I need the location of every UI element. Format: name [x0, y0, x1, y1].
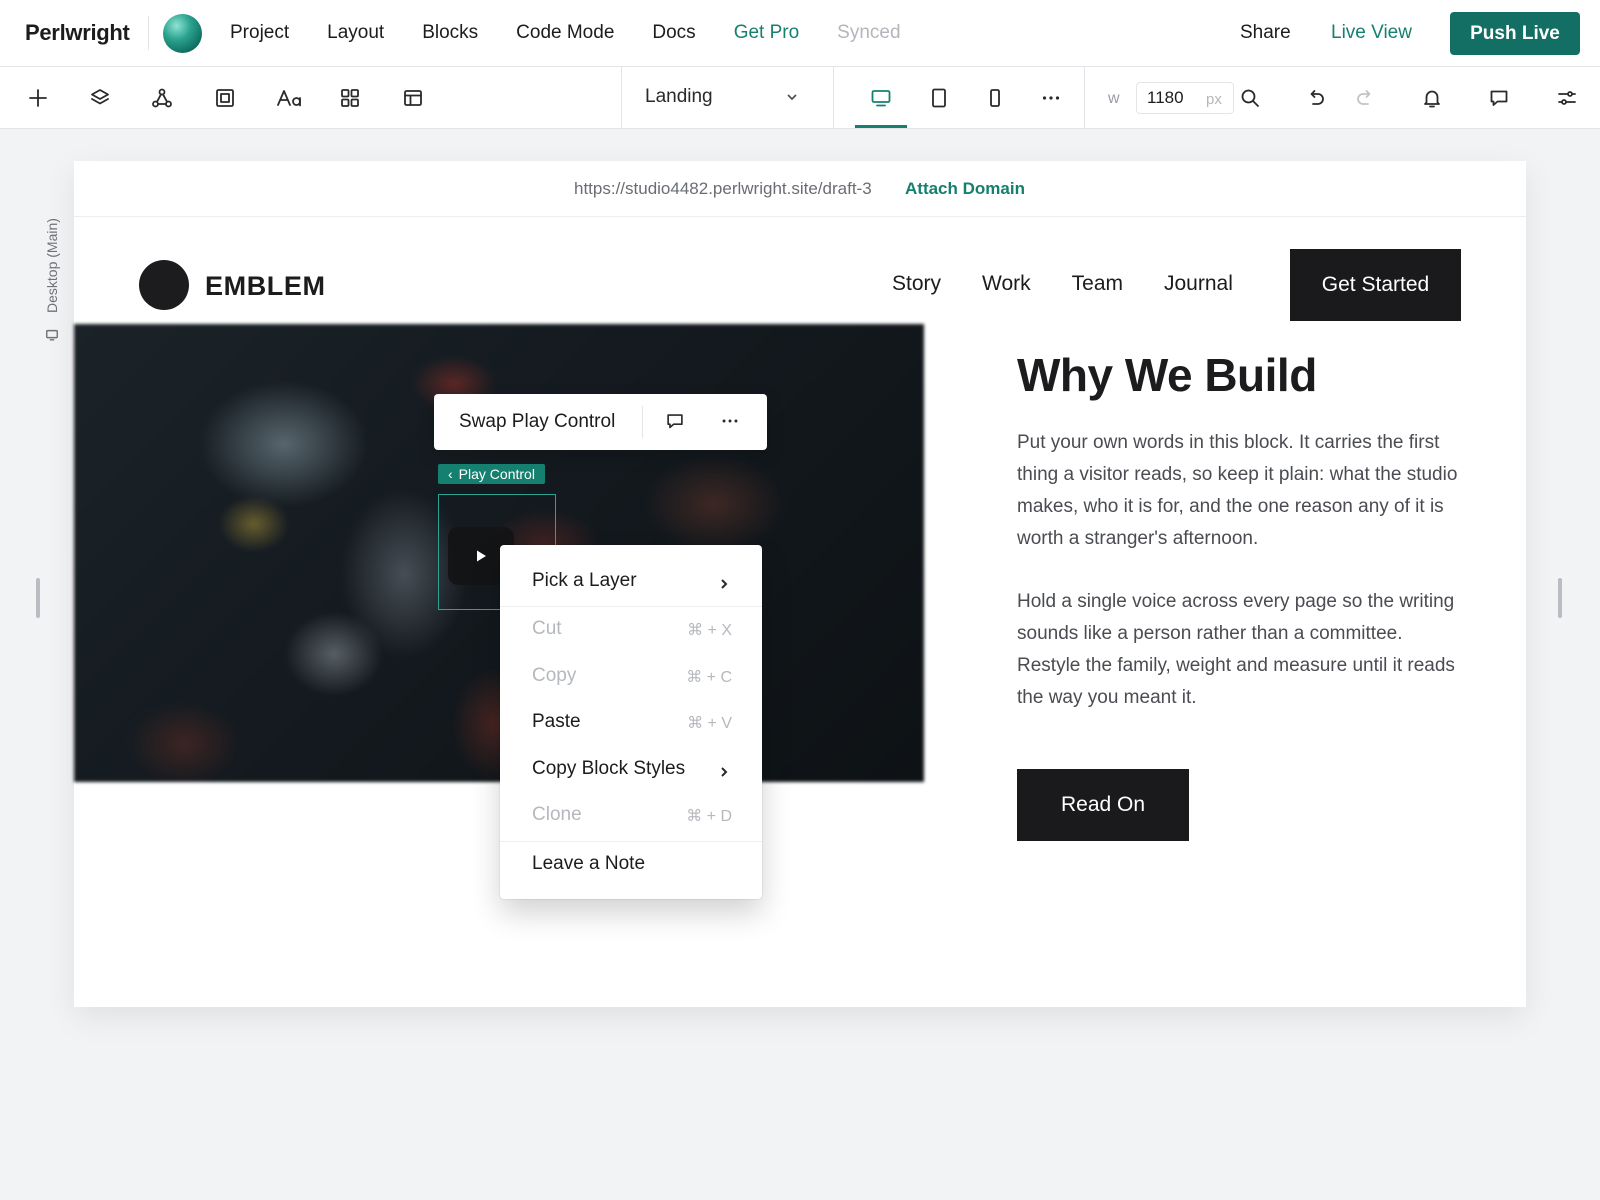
menu-clone[interactable]: Clone ⌘ + D	[500, 792, 762, 836]
typography-icon[interactable]	[274, 85, 306, 111]
grid-icon[interactable]	[337, 85, 363, 111]
top-nav: Project Layout Blocks Code Mode Docs Get…	[230, 22, 939, 44]
width-unit: px	[1206, 91, 1222, 108]
share-button[interactable]: Share	[1240, 22, 1291, 44]
app-brand[interactable]: Perlwright	[25, 20, 130, 46]
more-icon[interactable]	[1038, 85, 1064, 111]
site-nav-journal[interactable]: Journal	[1164, 272, 1233, 296]
resize-handle-right[interactable]	[1558, 578, 1562, 618]
more-icon[interactable]	[719, 410, 743, 434]
body-paragraph-1[interactable]: Put your own words in this block. It car…	[1017, 427, 1467, 555]
site-name[interactable]: EMBLEM	[205, 271, 326, 302]
selected-element-label[interactable]: ‹ Play Control	[438, 464, 545, 484]
undo-icon[interactable]	[1303, 85, 1329, 111]
frame-icon[interactable]	[212, 85, 238, 111]
menu-item-label: Copy	[532, 665, 577, 686]
menu-item-label: Copy Block Styles	[532, 758, 686, 779]
chevron-right-icon	[718, 574, 732, 589]
menu-copy-block-styles[interactable]: Copy Block Styles	[500, 746, 762, 790]
body-paragraph-2[interactable]: Hold a single voice across every page so…	[1017, 586, 1467, 714]
menu-item-label: Pick a Layer	[532, 570, 637, 591]
components-icon[interactable]	[149, 85, 175, 111]
divider	[1084, 67, 1085, 129]
selected-element-name: Play Control	[458, 466, 535, 482]
divider	[148, 16, 149, 50]
get-pro-link[interactable]: Get Pro	[734, 22, 799, 44]
selection-toolbar: Swap Play Control	[434, 394, 767, 450]
breakpoint-label-text: Desktop (Main)	[44, 218, 60, 313]
page-selector[interactable]: Landing	[645, 86, 713, 108]
site-nav-work[interactable]: Work	[982, 272, 1031, 296]
chevron-down-icon[interactable]	[784, 89, 804, 109]
breakpoint-label[interactable]: Desktop (Main)	[37, 210, 67, 350]
bell-icon[interactable]	[1419, 85, 1445, 111]
menu-item-label: Cut	[532, 618, 562, 639]
nav-project[interactable]: Project	[230, 22, 289, 44]
tablet-icon[interactable]	[926, 85, 952, 111]
menu-paste[interactable]: Paste ⌘ + V	[500, 699, 762, 743]
comment-icon[interactable]	[1486, 85, 1512, 111]
chevron-right-icon	[718, 762, 732, 777]
menu-shortcut: ⌘ + D	[686, 808, 732, 825]
plus-icon[interactable]	[25, 85, 51, 111]
comment-icon[interactable]	[664, 410, 688, 434]
menu-shortcut: ⌘ + C	[686, 669, 732, 686]
attach-domain-link[interactable]: Attach Domain	[905, 179, 1025, 199]
site-logo[interactable]	[139, 260, 189, 310]
resize-handle-left[interactable]	[36, 578, 40, 618]
page-frame: https://studio4482.perlwright.site/draft…	[74, 161, 1526, 1007]
get-started-button[interactable]: Get Started	[1290, 249, 1461, 321]
layout-icon[interactable]	[400, 85, 426, 111]
top-bar: Perlwright Project Layout Blocks Code Mo…	[0, 0, 1600, 67]
menu-item-label: Leave a Note	[532, 853, 646, 874]
nav-blocks[interactable]: Blocks	[422, 22, 478, 44]
swap-play-control-button[interactable]: Swap Play Control	[459, 411, 615, 433]
menu-item-label: Paste	[532, 711, 581, 732]
site-nav: Story Work Team Journal	[892, 272, 1274, 296]
divider	[833, 67, 834, 129]
sync-status: Synced	[837, 22, 901, 43]
nav-docs[interactable]: Docs	[652, 22, 695, 44]
menu-item-label: Clone	[532, 804, 582, 825]
menu-pick-a-layer[interactable]: Pick a Layer	[500, 558, 762, 602]
live-view-button[interactable]: Live View	[1331, 22, 1412, 44]
context-menu: Pick a Layer Cut ⌘ + X Copy ⌘ + C Paste …	[500, 545, 762, 899]
settings-sliders-icon[interactable]	[1554, 85, 1580, 111]
nav-code-mode[interactable]: Code Mode	[516, 22, 614, 44]
redo-icon[interactable]	[1352, 85, 1378, 111]
divider	[642, 406, 643, 438]
read-on-button[interactable]: Read On	[1017, 769, 1189, 841]
active-device-indicator	[855, 125, 907, 128]
menu-leave-a-note[interactable]: Leave a Note	[500, 841, 762, 885]
menu-cut[interactable]: Cut ⌘ + X	[500, 606, 762, 650]
menu-copy[interactable]: Copy ⌘ + C	[500, 653, 762, 697]
push-live-button[interactable]: Push Live	[1450, 12, 1580, 55]
tool-bar: Landing w 1180 px	[0, 67, 1600, 129]
menu-shortcut: ⌘ + V	[687, 715, 732, 732]
layers-icon[interactable]	[87, 85, 113, 111]
mobile-icon[interactable]	[982, 85, 1008, 111]
divider	[621, 67, 622, 129]
nav-layout[interactable]: Layout	[327, 22, 384, 44]
url-bar: https://studio4482.perlwright.site/draft…	[74, 161, 1526, 217]
menu-shortcut: ⌘ + X	[687, 622, 732, 639]
width-label: w	[1108, 90, 1120, 107]
play-icon	[477, 550, 486, 562]
desktop-icon	[45, 328, 61, 344]
chevron-left-icon: ‹	[448, 466, 453, 482]
draft-url[interactable]: https://studio4482.perlwright.site/draft…	[574, 179, 872, 199]
desktop-icon[interactable]	[868, 85, 894, 111]
site-nav-story[interactable]: Story	[892, 272, 941, 296]
section-heading[interactable]: Why We Build	[1017, 348, 1317, 402]
site-nav-team[interactable]: Team	[1072, 272, 1123, 296]
project-avatar[interactable]	[163, 14, 202, 53]
search-icon[interactable]	[1237, 85, 1263, 111]
